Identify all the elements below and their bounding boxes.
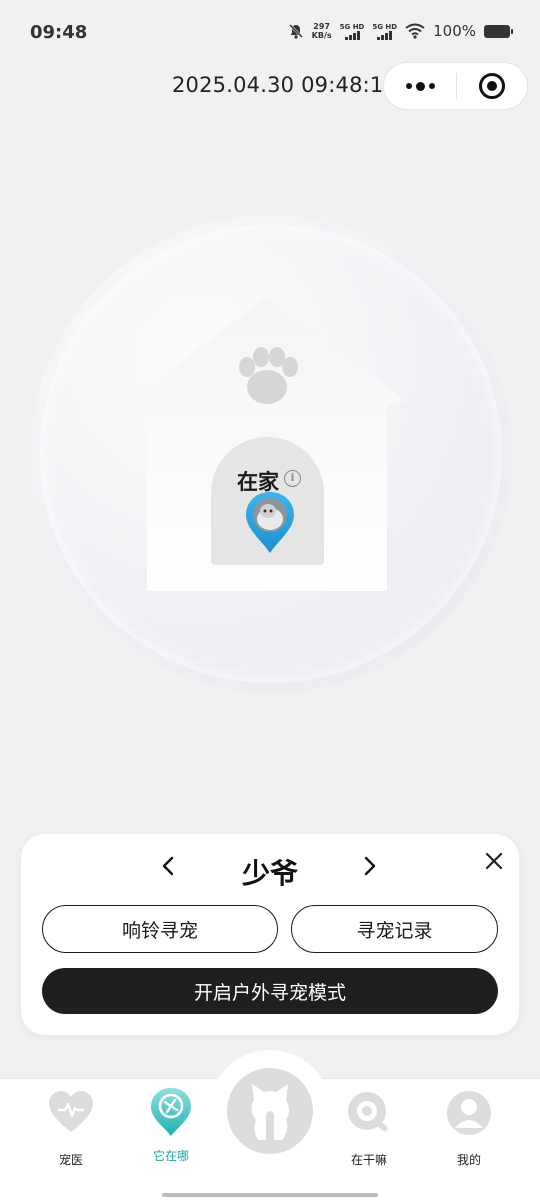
signal-2-label: 5G HD [372, 22, 398, 31]
tab-label: 它在哪 [152, 1149, 189, 1163]
tab-doing[interactable]: 在干嘛 [329, 1090, 409, 1168]
heart-pulse-icon [49, 1091, 93, 1132]
tab-mine[interactable]: 我的 [429, 1090, 509, 1168]
cat-center-icon [251, 1084, 289, 1140]
tab-label: 宠医 [58, 1153, 83, 1167]
more-button[interactable] [384, 63, 456, 109]
net-speed-unit: KB/s [311, 31, 332, 40]
signal-bars-icon [377, 30, 393, 40]
pet-card: 少爷 响铃寻宠 寻宠记录 开启户外寻宠模式 [21, 834, 519, 1035]
signal-2: 5G HD [372, 23, 397, 40]
more-dot-icon [415, 81, 425, 91]
find-pet-record-button[interactable]: 寻宠记录 [291, 905, 498, 953]
datetime: 2025.04.30 09:48:11 [172, 73, 398, 97]
signal-1: 5G HD [339, 22, 365, 40]
battery-icon [484, 24, 513, 38]
center-tab-button[interactable] [227, 1068, 313, 1154]
more-dot-icon [405, 83, 412, 89]
close-program-button[interactable] [457, 63, 527, 109]
target-icon [479, 73, 505, 99]
info-icon[interactable]: i [284, 470, 301, 487]
chevron-right-icon[interactable] [357, 854, 381, 878]
status-bar: 09:48 297 KB/s 5G HD 5G HD 100% [0, 0, 540, 66]
wifi-icon [405, 23, 425, 39]
pet-name: 少爷 [241, 857, 298, 890]
mini-program-capsule [383, 62, 528, 110]
net-speed-value: 297 [313, 22, 330, 31]
user-icon [447, 1091, 491, 1135]
tab-vet[interactable]: 宠医 [31, 1090, 111, 1168]
battery-percent: 100% [433, 22, 476, 40]
mute-bell-icon [288, 24, 303, 39]
pet-location-pin-icon[interactable] [244, 491, 296, 555]
signal-1-label: 5G HD [339, 22, 365, 31]
signal-bars-icon [344, 30, 360, 40]
home-indicator[interactable] [162, 1193, 378, 1197]
location-pin-icon [151, 1088, 191, 1136]
status-time: 09:48 [30, 22, 88, 43]
net-speed: 297 KB/s [312, 22, 332, 40]
status-icons: 297 KB/s 5G HD 5G HD 100% [288, 22, 513, 40]
tab-label: 在干嘛 [350, 1153, 387, 1167]
tab-where[interactable]: 它在哪 [131, 1088, 211, 1164]
outdoor-mode-button[interactable]: 开启户外寻宠模式 [42, 968, 498, 1014]
tab-label: 我的 [456, 1153, 481, 1167]
camera-lens-icon [348, 1092, 388, 1132]
ring-find-pet-button[interactable]: 响铃寻宠 [42, 905, 278, 953]
close-icon[interactable] [483, 850, 505, 872]
more-dot-icon [428, 83, 435, 89]
